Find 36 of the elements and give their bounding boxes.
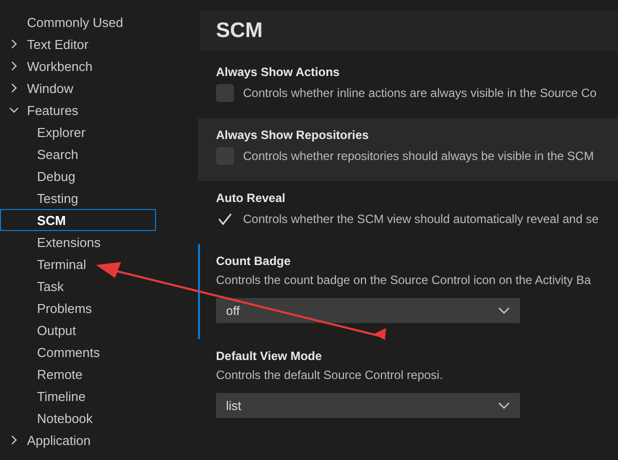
tree-item[interactable]: Debug bbox=[0, 165, 76, 187]
tree-item[interactable]: Comments bbox=[0, 341, 101, 363]
tree-item[interactable]: Workbench bbox=[0, 55, 94, 77]
setting-description: Controls the count badge on the Source Control icon on the Activity Ba bbox=[216, 273, 592, 288]
setting-description: Controls whether repositories should always be visible in the SCM bbox=[243, 148, 594, 164]
dropdown[interactable]: list bbox=[216, 393, 520, 418]
tree-item[interactable]: Application bbox=[0, 429, 92, 451]
setting-title: Always Show Repositories bbox=[216, 128, 370, 142]
checkbox[interactable] bbox=[216, 84, 234, 102]
section-title: SCM bbox=[216, 19, 263, 43]
chevron-icon bbox=[498, 306, 510, 314]
tree-item[interactable]: Timeline bbox=[0, 385, 87, 407]
setting-title: Always Show Actions bbox=[216, 65, 341, 79]
setting-description: Controls whether inline actions are always visible in the Source Co bbox=[243, 86, 597, 100]
dropdown[interactable]: off bbox=[216, 298, 520, 323]
tree-item[interactable]: Text Editor bbox=[0, 33, 90, 55]
setting-description: Controls whether the SCM view should automatically reveal and se bbox=[243, 212, 599, 226]
tree-item[interactable]: Task bbox=[0, 275, 65, 297]
tree-item[interactable]: Testing bbox=[0, 187, 80, 209]
tree-item[interactable]: SCM bbox=[0, 209, 156, 231]
tree-item[interactable]: Terminal bbox=[0, 253, 88, 275]
tree-item[interactable]: Features bbox=[0, 99, 80, 121]
chevron-icon bbox=[498, 402, 510, 410]
tree-item[interactable]: Remote bbox=[0, 363, 84, 385]
tree-item[interactable]: Notebook bbox=[0, 407, 94, 429]
tree-item[interactable]: Search bbox=[0, 143, 80, 165]
tree-item[interactable]: Extensions bbox=[0, 231, 102, 253]
setting-description: Controls the default Source Control reposi. bbox=[216, 368, 444, 383]
tree-item[interactable]: Commonly Used bbox=[0, 11, 124, 33]
setting-title: Default View Mode bbox=[216, 349, 323, 363]
tree-item[interactable]: Window bbox=[0, 77, 74, 99]
setting-title: Auto Reveal bbox=[216, 191, 286, 205]
tree-item[interactable]: Problems bbox=[0, 297, 93, 319]
tree-item[interactable]: Explorer bbox=[0, 121, 86, 143]
tree-item[interactable]: Output bbox=[0, 319, 78, 341]
setting-title: Count Badge bbox=[216, 254, 292, 268]
